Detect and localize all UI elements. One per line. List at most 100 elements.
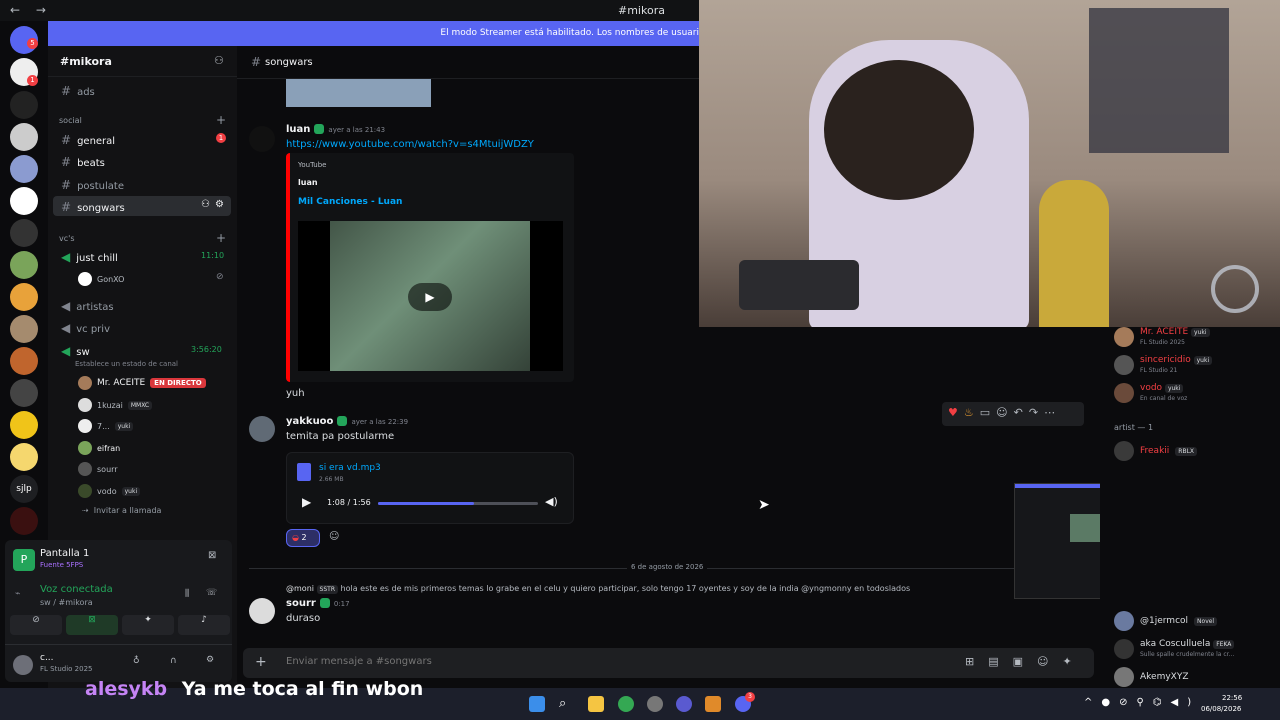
gear-icon[interactable]: ⚙ — [215, 199, 224, 210]
server-icon[interactable] — [10, 379, 38, 407]
member-item[interactable]: sincericidio yuki FL Studio 21 — [1114, 355, 1213, 375]
server-icon[interactable] — [10, 251, 38, 279]
voice-user[interactable]: GonXO — [78, 272, 124, 286]
add-channel-icon[interactable]: + — [216, 113, 226, 127]
search-icon[interactable]: ⌕ — [559, 696, 575, 712]
member-item[interactable]: AkemyXYZ — [1114, 667, 1189, 687]
embed-title[interactable]: Mil Canciones - Luan — [298, 197, 402, 207]
file-explorer-icon[interactable] — [588, 696, 604, 712]
channel-postulate[interactable]: # postulate — [53, 174, 231, 194]
system-tray[interactable]: ^●⊘⚲⌬◀) — [1084, 697, 1200, 708]
avatar[interactable] — [13, 655, 33, 675]
voice-user[interactable]: eifran — [78, 441, 120, 455]
voice-channel[interactable]: sw / #mikora — [40, 598, 93, 607]
invite-to-call[interactable]: ⇢ Invitar a llamada — [82, 506, 161, 515]
disconnect-icon[interactable]: ☏ — [206, 588, 217, 598]
noise-icon[interactable]: ⫼ — [185, 589, 189, 599]
soundboard-button[interactable]: ♪ — [178, 615, 230, 635]
channel-status-prompt[interactable]: Establece un estado de canal — [75, 360, 178, 368]
channel-general[interactable]: # general 1 — [53, 129, 231, 149]
member-item[interactable]: Freakii RBLX — [1114, 441, 1198, 461]
server-icon[interactable] — [10, 219, 38, 247]
category-vc[interactable]: vc's — [59, 234, 75, 243]
screen-share-button[interactable]: ⊠ — [66, 615, 118, 635]
heart-icon[interactable]: ♥ — [948, 406, 964, 419]
fire-icon[interactable]: ♨ — [964, 406, 980, 419]
server-icon[interactable] — [10, 507, 38, 535]
message-input[interactable] — [286, 656, 886, 667]
apps-icon[interactable]: ✦ — [1063, 655, 1086, 668]
reaction[interactable]: ◒ 2 — [286, 529, 320, 547]
server-icon[interactable] — [10, 91, 38, 119]
member-item[interactable]: vodo yuki En canal de voz — [1114, 383, 1187, 403]
message-author[interactable]: luan — [286, 124, 310, 135]
gift-icon[interactable]: ⊞ — [965, 655, 988, 668]
play-icon[interactable]: ▶ — [408, 283, 452, 311]
reply-preview[interactable]: @moni SSTR hola este es de mis primeros … — [286, 584, 910, 594]
app-icon[interactable] — [647, 696, 663, 712]
message-author[interactable]: yakkuoo — [286, 416, 333, 427]
camera-button[interactable]: ⊘ — [10, 615, 62, 635]
voice-user[interactable]: 7... yuki — [78, 419, 134, 433]
reply-icon[interactable]: ↶ — [1014, 406, 1029, 419]
video-thumbnail[interactable]: ▶ — [298, 221, 563, 371]
audio-seek-bar[interactable] — [378, 502, 538, 505]
server-icon[interactable] — [10, 315, 38, 343]
gif-icon[interactable]: ▤ — [988, 655, 1012, 668]
mic-icon[interactable]: ♁ — [133, 656, 140, 666]
avatar[interactable] — [249, 416, 275, 442]
server-icon[interactable] — [10, 443, 38, 471]
server-icon[interactable] — [10, 123, 38, 151]
server-icon[interactable] — [10, 283, 38, 311]
server-icon[interactable] — [10, 187, 38, 215]
image-attachment[interactable] — [286, 79, 431, 107]
add-channel-icon[interactable]: + — [216, 231, 226, 245]
channel-ads[interactable]: # ads — [53, 80, 231, 100]
message-link[interactable]: https://www.youtube.com/watch?v=s4MtuijW… — [286, 139, 534, 150]
flag-icon[interactable]: ▭ — [980, 406, 996, 419]
member-item[interactable]: aka Cosculluela FEKA Sulle spalle crudelm… — [1114, 639, 1235, 659]
file-name[interactable]: si era vd.mp3 — [319, 463, 381, 473]
windows-start-icon[interactable] — [529, 696, 545, 712]
clock-time[interactable]: 22:56 — [1222, 694, 1242, 702]
channel-songwars[interactable]: # songwars ⚇ ⚙ — [53, 196, 231, 216]
member-item[interactable]: Mr. ACEITE yuki FL Studio 2025 — [1114, 327, 1210, 347]
clock-date[interactable]: 06/08/2026 — [1201, 705, 1241, 713]
fl-studio-icon[interactable] — [705, 696, 721, 712]
voice-channel-vc-priv[interactable]: ◀ vc priv — [53, 317, 231, 337]
message-author[interactable]: sourr — [286, 598, 316, 609]
server-icon[interactable] — [10, 155, 38, 183]
app-icon[interactable] — [676, 696, 692, 712]
channel-beats[interactable]: # beats — [53, 151, 231, 171]
chrome-icon[interactable] — [618, 696, 634, 712]
voice-user[interactable]: sourr — [78, 462, 118, 476]
add-attachment-icon[interactable]: + — [255, 654, 267, 670]
server-name[interactable]: #mikora — [60, 55, 112, 68]
forward-icon[interactable]: ↷ — [1029, 406, 1044, 419]
voice-channel-artistas[interactable]: ◀ artistas — [53, 295, 231, 315]
invite-icon[interactable]: ⚇ — [201, 199, 210, 210]
close-icon[interactable]: ⊠ — [208, 550, 216, 561]
server-sjlp[interactable]: sjlp — [10, 475, 38, 503]
message-toolbar[interactable]: ♥♨▭☺↶↷⋯ — [942, 402, 1084, 426]
activities-button[interactable]: ✦ — [122, 615, 174, 635]
server-icon[interactable] — [10, 411, 38, 439]
member-item[interactable]: @1jermcol Novel — [1114, 611, 1218, 631]
play-button[interactable]: ▶ — [302, 495, 311, 509]
sticker-icon[interactable]: ▣ — [1013, 655, 1037, 668]
voice-user[interactable]: vodo yuki — [78, 484, 141, 498]
voice-user[interactable]: 1kuzai MMXC — [78, 398, 153, 412]
emoji-icon[interactable]: ☺ — [1037, 655, 1062, 668]
volume-icon[interactable]: ◀) — [545, 495, 558, 508]
voice-status[interactable]: Voz conectada — [40, 584, 113, 595]
avatar[interactable] — [249, 126, 275, 152]
voice-user[interactable]: Mr. ACEITE EN DIRECTO — [78, 376, 206, 390]
more-icon[interactable]: ⋯ — [1044, 406, 1061, 419]
voice-channel-sw[interactable]: ◀ sw 3:56:20 — [53, 340, 231, 360]
voice-channel-just-chill[interactable]: ◀ just chill 11:10 — [53, 246, 231, 266]
add-reaction-icon[interactable]: ☺ — [996, 406, 1013, 419]
headphones-icon[interactable]: ∩ — [170, 656, 177, 666]
server-icon[interactable] — [10, 347, 38, 375]
add-member-icon[interactable]: ⚇ — [214, 54, 224, 67]
category-social[interactable]: social — [59, 116, 82, 125]
